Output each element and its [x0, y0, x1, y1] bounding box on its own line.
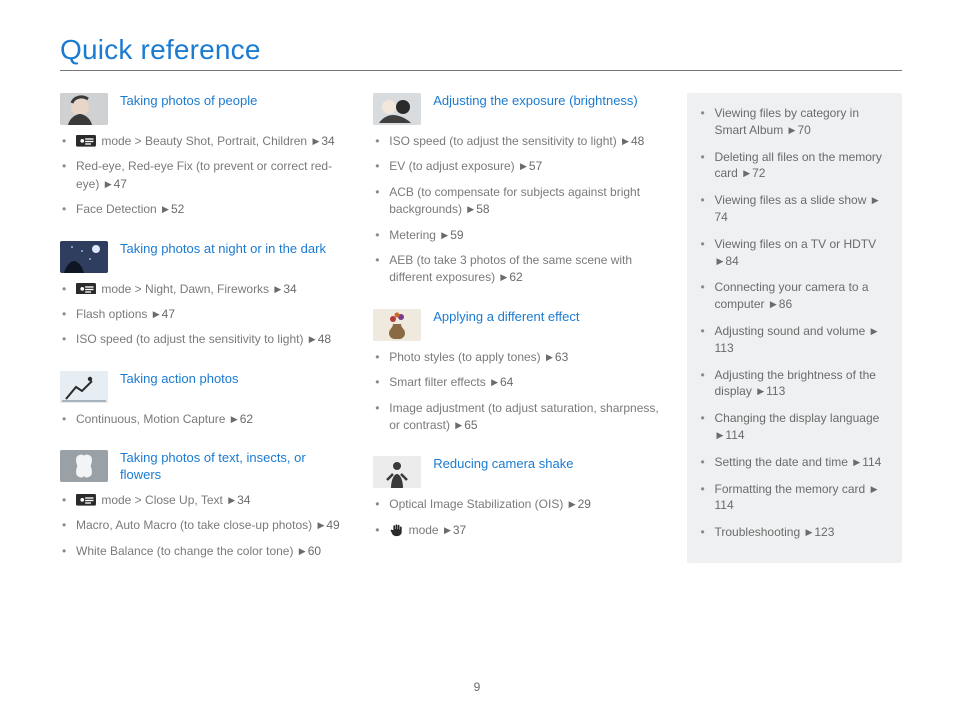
topic-item[interactable]: mode > Night, Dawn, Fireworks ▶34 — [60, 281, 347, 298]
section-title[interactable]: Reducing camera shake — [433, 456, 573, 473]
section-title[interactable]: Taking photos of people — [120, 93, 257, 110]
topic-item[interactable]: Photo styles (to apply tones) ▶63 — [373, 349, 660, 366]
topic-item[interactable]: ISO speed (to adjust the sensitivity to … — [373, 133, 660, 150]
section-thumbnail — [373, 456, 421, 488]
sidebar-box: Viewing files by category in Smart Album… — [687, 93, 903, 563]
page-ref-arrow-icon: ▶ — [770, 298, 777, 311]
page-ref-arrow-icon: ▶ — [520, 160, 527, 173]
hand-icon — [389, 523, 403, 537]
section-title[interactable]: Adjusting the exposure (brightness) — [433, 93, 638, 110]
title-rule — [60, 70, 902, 71]
topic-section: Reducing camera shake Optical Image Stabi… — [373, 456, 660, 539]
topic-item[interactable]: mode ▶37 — [373, 522, 660, 539]
page-ref-arrow-icon: ▶ — [299, 545, 306, 558]
topic-item[interactable]: Flash options ▶47 — [60, 306, 347, 323]
page-ref-arrow-icon: ▶ — [546, 351, 553, 364]
page-ref-arrow-icon: ▶ — [853, 456, 860, 469]
page-ref-arrow-icon: ▶ — [444, 524, 451, 537]
topic-item[interactable]: Metering ▶59 — [373, 227, 660, 244]
section-title[interactable]: Taking action photos — [120, 371, 239, 388]
sidebar-item[interactable]: Deleting all files on the memory card ▶7… — [699, 149, 891, 183]
column-mid: Adjusting the exposure (brightness) ISO s… — [373, 93, 660, 582]
sidebar-item[interactable]: Connecting your camera to a computer ▶86 — [699, 279, 891, 313]
page-ref-arrow-icon: ▶ — [743, 167, 750, 180]
page-number: 9 — [0, 680, 954, 694]
topic-item[interactable]: AEB (to take 3 photos of the same scene … — [373, 252, 660, 287]
section-thumbnail — [60, 371, 108, 403]
page-ref-arrow-icon: ▶ — [717, 255, 724, 268]
page-ref-arrow-icon: ▶ — [274, 283, 281, 296]
topic-section: Taking photos of people mode > Beauty Sh… — [60, 93, 347, 219]
topic-item[interactable]: Continuous, Motion Capture ▶62 — [60, 411, 347, 428]
page-ref-arrow-icon: ▶ — [871, 325, 878, 338]
topic-item[interactable]: White Balance (to change the color tone)… — [60, 543, 347, 560]
section-title[interactable]: Taking photos at night or in the dark — [120, 241, 326, 258]
page-ref-arrow-icon: ▶ — [467, 203, 474, 216]
page-ref-arrow-icon: ▶ — [105, 178, 112, 191]
topic-section: Taking photos of text, insects, or flowe… — [60, 450, 347, 560]
page-ref-arrow-icon: ▶ — [805, 526, 812, 539]
page-ref-arrow-icon: ▶ — [789, 124, 796, 137]
page-ref-arrow-icon: ▶ — [622, 135, 629, 148]
topic-item[interactable]: Smart filter effects ▶64 — [373, 374, 660, 391]
sidebar-item[interactable]: Viewing files on a TV or HDTV ▶84 — [699, 236, 891, 270]
topic-item[interactable]: Image adjustment (to adjust saturation, … — [373, 400, 660, 435]
topic-item[interactable]: Red-eye, Red-eye Fix (to prevent or corr… — [60, 158, 347, 193]
section-thumbnail — [60, 93, 108, 125]
scene-mode-icon — [76, 494, 96, 506]
topic-item[interactable]: ISO speed (to adjust the sensitivity to … — [60, 331, 347, 348]
column-left: Taking photos of people mode > Beauty Sh… — [60, 93, 347, 582]
page-ref-arrow-icon: ▶ — [309, 333, 316, 346]
sidebar-item[interactable]: Changing the display language ▶114 — [699, 410, 891, 444]
page-ref-arrow-icon: ▶ — [312, 135, 319, 148]
page-ref-arrow-icon: ▶ — [500, 271, 507, 284]
sidebar-item[interactable]: Troubleshooting ▶123 — [699, 524, 891, 541]
topic-section: Taking action photos Continuous, Motion C… — [60, 371, 347, 428]
topic-item[interactable]: Face Detection ▶52 — [60, 201, 347, 218]
sidebar-item[interactable]: Viewing files by category in Smart Album… — [699, 105, 891, 139]
page-ref-arrow-icon: ▶ — [872, 194, 879, 207]
topic-item[interactable]: Macro, Auto Macro (to take close-up phot… — [60, 517, 347, 534]
sidebar-item[interactable]: Setting the date and time ▶114 — [699, 454, 891, 471]
sidebar-item[interactable]: Formatting the memory card ▶114 — [699, 481, 891, 515]
section-thumbnail — [60, 450, 108, 482]
page-ref-arrow-icon: ▶ — [757, 385, 764, 398]
sidebar-item[interactable]: Adjusting the brightness of the display … — [699, 367, 891, 401]
topic-item[interactable]: EV (to adjust exposure) ▶57 — [373, 158, 660, 175]
topic-item[interactable]: mode > Close Up, Text ▶34 — [60, 492, 347, 509]
page-ref-arrow-icon: ▶ — [153, 308, 160, 321]
page-ref-arrow-icon: ▶ — [569, 498, 576, 511]
sidebar-item[interactable]: Adjusting sound and volume ▶113 — [699, 323, 891, 357]
topic-item[interactable]: Optical Image Stabilization (OIS) ▶29 — [373, 496, 660, 513]
scene-mode-icon — [76, 283, 96, 295]
section-title[interactable]: Applying a different effect — [433, 309, 579, 326]
page-ref-arrow-icon: ▶ — [231, 413, 238, 426]
section-thumbnail — [60, 241, 108, 273]
topic-item[interactable]: mode > Beauty Shot, Portrait, Children ▶… — [60, 133, 347, 150]
section-thumbnail — [373, 309, 421, 341]
topic-section: Taking photos at night or in the dark mo… — [60, 241, 347, 349]
topic-section: Applying a different effect Photo styles … — [373, 309, 660, 435]
scene-mode-icon — [76, 135, 96, 147]
sidebar-item[interactable]: Viewing files as a slide show ▶74 — [699, 192, 891, 226]
topic-section: Adjusting the exposure (brightness) ISO s… — [373, 93, 660, 287]
page-ref-arrow-icon: ▶ — [228, 494, 235, 507]
page-ref-arrow-icon: ▶ — [455, 419, 462, 432]
page-ref-arrow-icon: ▶ — [717, 429, 724, 442]
page-ref-arrow-icon: ▶ — [441, 229, 448, 242]
page-ref-arrow-icon: ▶ — [317, 519, 324, 532]
page-ref-arrow-icon: ▶ — [871, 483, 878, 496]
page-ref-arrow-icon: ▶ — [162, 203, 169, 216]
page-ref-arrow-icon: ▶ — [491, 376, 498, 389]
topic-item[interactable]: ACB (to compensate for subjects against … — [373, 184, 660, 219]
section-title[interactable]: Taking photos of text, insects, or flowe… — [120, 450, 347, 484]
section-thumbnail — [373, 93, 421, 125]
page-title: Quick reference — [60, 34, 902, 66]
